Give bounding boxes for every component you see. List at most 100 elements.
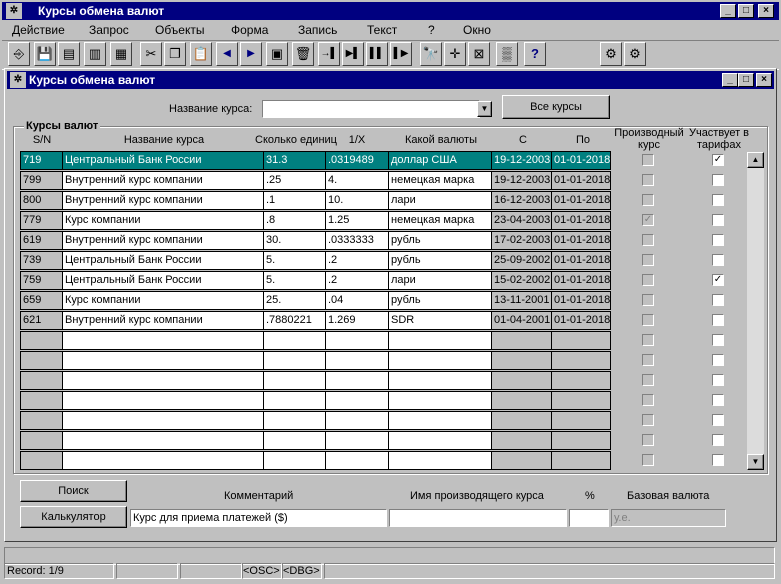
- cell-from[interactable]: 25-09-2002: [491, 251, 552, 270]
- cell-currency[interactable]: немецкая марка: [388, 171, 492, 190]
- cell-name[interactable]: [62, 431, 264, 450]
- cell-from[interactable]: [491, 331, 552, 350]
- cell-name[interactable]: [62, 371, 264, 390]
- cell-from[interactable]: 15-02-2002: [491, 271, 552, 290]
- cell-from[interactable]: 23-04-2003: [491, 211, 552, 230]
- paste-icon-button[interactable]: 📋: [190, 42, 212, 66]
- comment-field[interactable]: Курс для приема платежей ($): [130, 509, 387, 527]
- cell-inverse[interactable]: 10.: [325, 191, 389, 210]
- cell-to[interactable]: [551, 451, 611, 470]
- cell-from[interactable]: [491, 411, 552, 430]
- cell-to[interactable]: [551, 351, 611, 370]
- scroll-down-button[interactable]: ▼: [747, 454, 764, 470]
- next-block-icon-button[interactable]: ▶: [240, 42, 262, 66]
- tariffs-checkbox[interactable]: ✓: [712, 274, 724, 286]
- cell-name[interactable]: Внутренний курс компании: [62, 231, 264, 250]
- cell-units[interactable]: 5.: [263, 251, 326, 270]
- derived-checkbox[interactable]: [642, 154, 654, 166]
- cell-name[interactable]: [62, 411, 264, 430]
- cell-name[interactable]: [62, 451, 264, 470]
- cell-units[interactable]: [263, 391, 326, 410]
- cell-currency[interactable]: [388, 331, 492, 350]
- cell-units[interactable]: [263, 331, 326, 350]
- cell-currency[interactable]: лари: [388, 191, 492, 210]
- menu-item[interactable]: Форма: [231, 22, 268, 38]
- cell-to[interactable]: 01-01-2018: [551, 311, 611, 330]
- cell-from[interactable]: [491, 371, 552, 390]
- cell-units[interactable]: .25: [263, 171, 326, 190]
- cell-currency[interactable]: рубль: [388, 251, 492, 270]
- execute-query-icon-button[interactable]: ▥: [84, 42, 106, 66]
- cell-inverse[interactable]: [325, 391, 389, 410]
- derived-checkbox[interactable]: ✓: [642, 214, 654, 226]
- cell-currency[interactable]: [388, 351, 492, 370]
- cell-currency[interactable]: немецкая марка: [388, 211, 492, 230]
- tariffs-checkbox[interactable]: [712, 394, 724, 406]
- cell-currency[interactable]: рубль: [388, 291, 492, 310]
- cell-to[interactable]: [551, 431, 611, 450]
- cell-inverse[interactable]: 1.25: [325, 211, 389, 230]
- cell-sn[interactable]: [20, 411, 63, 430]
- cell-to[interactable]: 01-01-2018: [551, 151, 611, 170]
- cell-sn[interactable]: [20, 331, 63, 350]
- form-icon[interactable]: ✲: [10, 72, 26, 88]
- cell-sn[interactable]: 659: [20, 291, 63, 310]
- cancel-query-icon-button[interactable]: ▦: [110, 42, 132, 66]
- cell-inverse[interactable]: [325, 451, 389, 470]
- cell-currency[interactable]: доллар США: [388, 151, 492, 170]
- cell-to[interactable]: 01-01-2018: [551, 271, 611, 290]
- cell-currency[interactable]: лари: [388, 271, 492, 290]
- cell-sn[interactable]: 800: [20, 191, 63, 210]
- tariffs-checkbox[interactable]: [712, 294, 724, 306]
- cell-sn[interactable]: [20, 431, 63, 450]
- derived-checkbox[interactable]: [642, 294, 654, 306]
- list-icon-button[interactable]: ▒: [496, 42, 518, 66]
- cell-units[interactable]: .7880221: [263, 311, 326, 330]
- cell-sn[interactable]: 719: [20, 151, 63, 170]
- derived-checkbox[interactable]: [642, 174, 654, 186]
- derived-checkbox[interactable]: [642, 414, 654, 426]
- derived-checkbox[interactable]: [642, 354, 654, 366]
- cell-units[interactable]: .8: [263, 211, 326, 230]
- cell-inverse[interactable]: .04: [325, 291, 389, 310]
- derived-checkbox[interactable]: [642, 434, 654, 446]
- cell-inverse[interactable]: .2: [325, 271, 389, 290]
- cell-units[interactable]: [263, 431, 326, 450]
- cell-from[interactable]: [491, 431, 552, 450]
- help-icon-button[interactable]: ?: [524, 42, 546, 66]
- tariffs-checkbox[interactable]: [712, 174, 724, 186]
- cell-inverse[interactable]: .0319489: [325, 151, 389, 170]
- enter-query-icon-button[interactable]: ▤: [58, 42, 80, 66]
- cell-currency[interactable]: [388, 411, 492, 430]
- cell-units[interactable]: .1: [263, 191, 326, 210]
- cell-from[interactable]: 19-12-2003: [491, 171, 552, 190]
- cell-sn[interactable]: 619: [20, 231, 63, 250]
- cell-currency[interactable]: [388, 451, 492, 470]
- cell-inverse[interactable]: [325, 411, 389, 430]
- tariffs-checkbox[interactable]: [712, 254, 724, 266]
- cell-to[interactable]: 01-01-2018: [551, 211, 611, 230]
- cell-units[interactable]: 31.3: [263, 151, 326, 170]
- tariffs-checkbox[interactable]: [712, 314, 724, 326]
- cell-to[interactable]: [551, 411, 611, 430]
- cell-to[interactable]: [551, 331, 611, 350]
- cell-inverse[interactable]: [325, 371, 389, 390]
- cell-from[interactable]: 01-04-2001: [491, 311, 552, 330]
- cell-sn[interactable]: 779: [20, 211, 63, 230]
- maximize-button[interactable]: □: [738, 4, 754, 18]
- menu-item[interactable]: Текст: [367, 22, 397, 38]
- cell-inverse[interactable]: [325, 431, 389, 450]
- cell-to[interactable]: [551, 371, 611, 390]
- calculator-button[interactable]: Калькулятор: [20, 506, 127, 528]
- form-maximize-button[interactable]: □: [738, 73, 754, 87]
- cell-sn[interactable]: 759: [20, 271, 63, 290]
- cut-icon-button[interactable]: ✂: [140, 42, 162, 66]
- cell-units[interactable]: 5.: [263, 271, 326, 290]
- cell-from[interactable]: [491, 391, 552, 410]
- tariffs-checkbox[interactable]: [712, 234, 724, 246]
- tariffs-checkbox[interactable]: [712, 354, 724, 366]
- cell-inverse[interactable]: .2: [325, 251, 389, 270]
- menu-item[interactable]: Запись: [298, 22, 337, 38]
- menu-item[interactable]: Объекты: [155, 22, 205, 38]
- cell-to[interactable]: [551, 391, 611, 410]
